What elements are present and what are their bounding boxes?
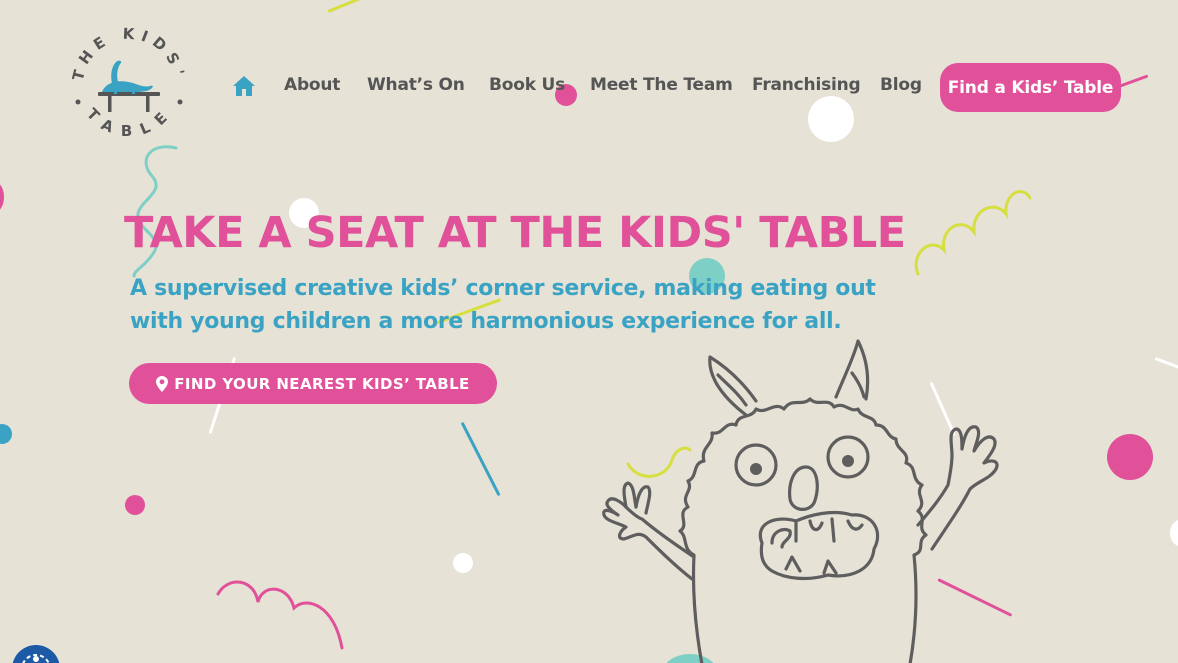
monster-illustration bbox=[602, 339, 999, 663]
monster-right-arm bbox=[916, 425, 999, 551]
nav-item-franchising[interactable]: Franchising bbox=[752, 75, 861, 95]
teal-line bbox=[460, 421, 501, 497]
hero-title: TAKE A SEAT AT THE KIDS' TABLE bbox=[124, 208, 906, 258]
monster-right-pupil bbox=[842, 455, 854, 467]
nav-item-about[interactable]: About bbox=[284, 75, 340, 95]
nav-item-meet-the-team[interactable]: Meet The Team bbox=[590, 75, 733, 95]
logo-text-top: THE KIDS' bbox=[69, 25, 189, 83]
find-nearest-button[interactable]: FIND YOUR NEAREST KIDS’ TABLE bbox=[129, 363, 497, 404]
accessibility-icon bbox=[22, 654, 50, 663]
white-dot bbox=[808, 96, 854, 142]
pink-dot bbox=[1107, 434, 1153, 480]
white-dot bbox=[1170, 520, 1178, 546]
monster-left-pupil bbox=[750, 463, 762, 475]
monster-mouth bbox=[758, 510, 880, 581]
find-kids-table-button[interactable]: Find a Kids’ Table bbox=[940, 63, 1121, 112]
monster-left-arm bbox=[602, 497, 696, 581]
dinosaur-icon bbox=[102, 60, 153, 92]
find-nearest-label: FIND YOUR NEAREST KIDS’ TABLE bbox=[174, 374, 470, 393]
home-icon[interactable] bbox=[232, 75, 256, 97]
logo-text-bottom: TABLE bbox=[83, 105, 175, 140]
pink-dot bbox=[0, 182, 4, 212]
map-pin-icon bbox=[156, 375, 169, 392]
lime-line bbox=[327, 0, 366, 13]
nav-item-whats-on[interactable]: What’s On bbox=[367, 75, 465, 95]
white-line bbox=[1154, 357, 1178, 371]
pink-dot bbox=[125, 495, 145, 515]
kids-table-logo[interactable]: THE KIDS' TABLE bbox=[66, 22, 192, 148]
nav-item-blog[interactable]: Blog bbox=[880, 75, 922, 95]
lime-squiggle bbox=[914, 190, 1032, 276]
pink-squiggle bbox=[216, 580, 344, 650]
hero-subtitle: A supervised creative kids’ corner servi… bbox=[130, 276, 876, 334]
nav-item-book-us[interactable]: Book Us bbox=[489, 75, 565, 95]
monster-left-horn bbox=[708, 355, 758, 417]
page: THE KIDS' TABLE About What’s On Book Us … bbox=[0, 0, 1178, 663]
teal-dot bbox=[0, 424, 12, 444]
monster-nose bbox=[788, 465, 819, 511]
accessibility-widget[interactable] bbox=[12, 645, 60, 663]
main-nav: About What’s On Book Us Meet The Team Fr… bbox=[232, 63, 1138, 112]
monster-body bbox=[678, 397, 928, 663]
white-dot bbox=[453, 553, 473, 573]
